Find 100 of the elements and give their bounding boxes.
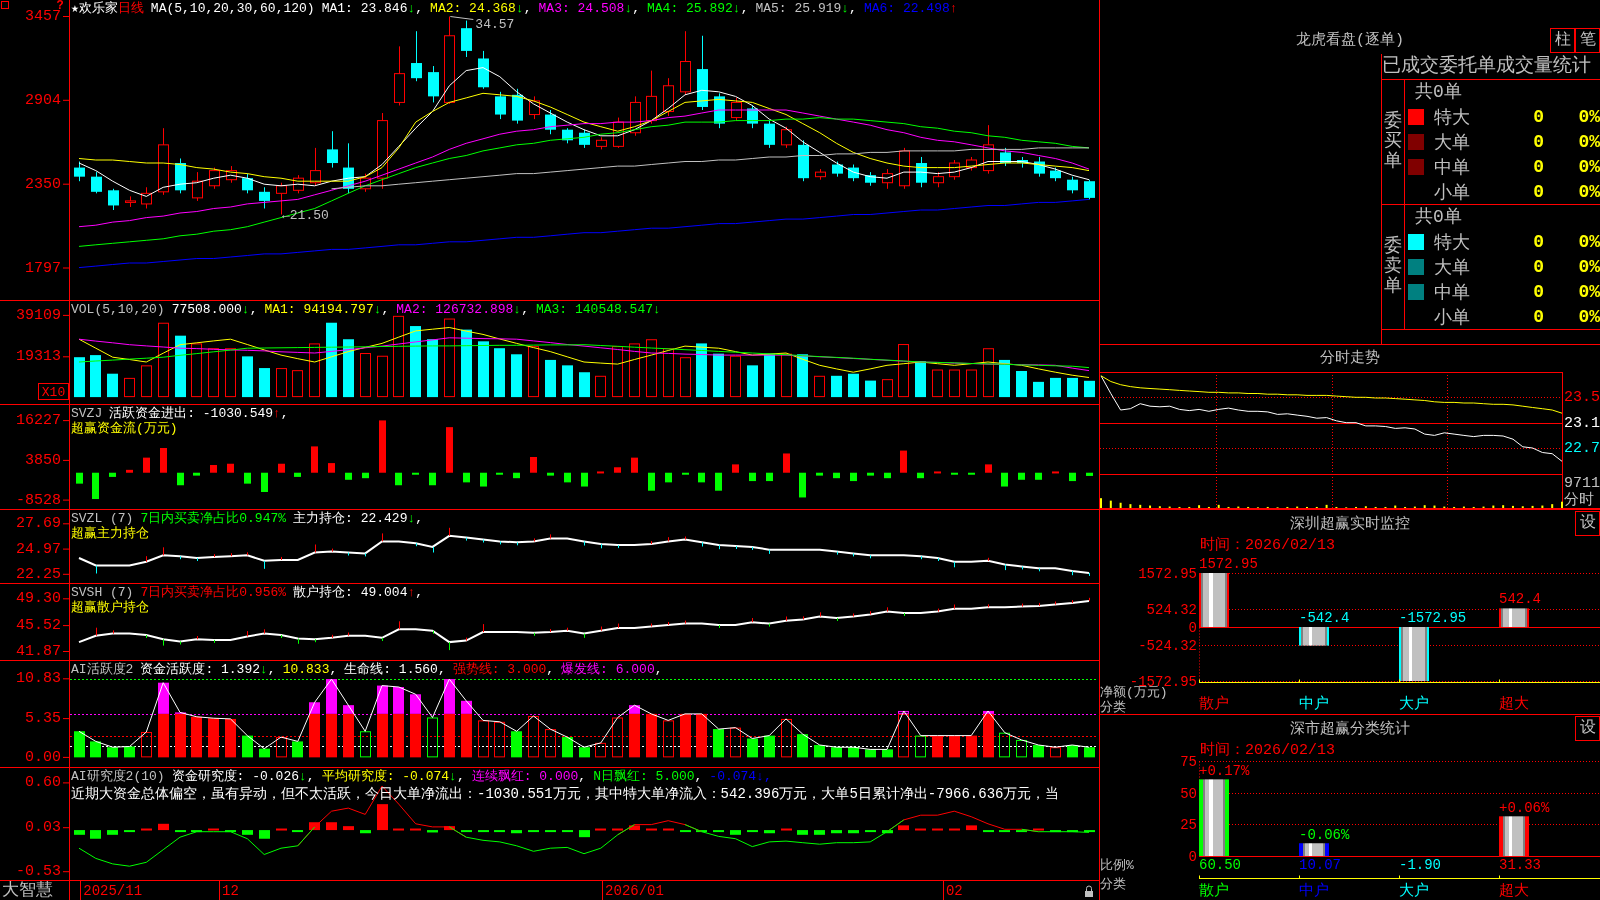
volume-bar xyxy=(107,373,118,398)
trend-arrow: ↓ xyxy=(260,662,268,677)
volume-bar xyxy=(90,355,101,398)
research-bar xyxy=(292,830,303,833)
trend-arrow: ↓ xyxy=(624,1,633,16)
trend-arrow: ↑ xyxy=(273,406,281,421)
indicator-name: SVSH (7) xyxy=(71,585,134,600)
research-bar xyxy=(764,830,775,834)
axis-label: 27.69 xyxy=(16,515,61,533)
candlestick xyxy=(1067,176,1078,194)
fund-flow-bar xyxy=(193,472,200,476)
panel-title: 深圳超赢实时监控 xyxy=(1290,514,1410,533)
candlestick xyxy=(1084,179,1095,200)
separator-text: , xyxy=(523,1,532,16)
axis-label: 24.97 xyxy=(16,540,61,558)
candlestick xyxy=(764,120,775,149)
trend-arrow: ↓ xyxy=(841,1,850,16)
research-bar xyxy=(1050,830,1061,833)
fund-flow-bar xyxy=(412,472,419,475)
trend-arrow: ↓ xyxy=(513,302,522,317)
volume-bar xyxy=(562,365,573,398)
candlestick xyxy=(798,139,809,182)
research-bar xyxy=(1033,828,1044,831)
candlestick xyxy=(1050,167,1061,182)
separator-text: , xyxy=(849,1,857,16)
change-label: +0.17% xyxy=(1199,763,1250,780)
research-bar xyxy=(393,828,404,831)
view-toggle-button[interactable]: 柱 xyxy=(1550,28,1575,53)
period-label: 日线 xyxy=(117,1,144,16)
separator-text: , xyxy=(456,769,465,784)
category-label: 散户 xyxy=(1199,882,1229,900)
candlestick xyxy=(394,45,405,106)
fund-flow-bar xyxy=(884,472,891,479)
separator-text: , xyxy=(329,662,338,677)
research-bar xyxy=(612,828,623,831)
fund-flow-bar xyxy=(143,457,150,473)
trend-arrow: ↓ xyxy=(515,1,524,16)
research-bar xyxy=(511,830,522,834)
indicator-label: 主力持仓: 22.429 xyxy=(293,511,408,526)
candlestick xyxy=(125,195,136,208)
settings-button[interactable]: 设 xyxy=(1575,511,1600,536)
volume-bar xyxy=(427,339,438,398)
fund-flow-bar xyxy=(682,472,689,475)
research-bar xyxy=(999,830,1010,833)
volume-bar xyxy=(461,329,472,398)
order-size-label: 特大 xyxy=(1434,106,1470,129)
activity-bar xyxy=(444,679,455,714)
fund-flow-bar xyxy=(917,472,924,479)
axis-label: 23.5 xyxy=(1564,389,1600,406)
indicator-name: SVZL (7) xyxy=(71,511,134,526)
volume-bar xyxy=(865,380,876,398)
candlestick xyxy=(916,156,927,188)
fund-flow-bar xyxy=(463,472,470,483)
research-bar xyxy=(579,830,590,838)
view-toggle-button[interactable]: 笔 xyxy=(1575,28,1600,53)
research-bar xyxy=(225,830,236,833)
volume-bar xyxy=(276,368,287,398)
annotation: 34.57 xyxy=(475,17,515,33)
research-bar xyxy=(629,825,640,831)
time-label: 时间：2026/02/13 xyxy=(1200,741,1335,759)
fund-flow-bar xyxy=(1035,472,1042,480)
indicator-label: MA6: 22.498 xyxy=(863,1,950,16)
candlestick xyxy=(327,130,338,169)
fund-flow-bar xyxy=(1001,472,1008,487)
indicator-name: VOL(5,10,20) xyxy=(71,302,165,317)
volume-bar xyxy=(814,375,825,398)
indicator-label: N日飘红: 5.000 xyxy=(593,769,695,784)
fund-flow-bar xyxy=(715,472,722,491)
volume-bar xyxy=(1423,505,1426,508)
brand-label: 大智慧 xyxy=(2,881,53,900)
volume-bar xyxy=(1325,504,1328,508)
fund-flow-bar xyxy=(109,472,116,477)
research-bar xyxy=(309,822,320,831)
order-count: 0 xyxy=(1533,181,1544,202)
change-label: -0.06% xyxy=(1299,827,1350,844)
volume-bar xyxy=(629,343,640,398)
fund-flow-bar xyxy=(92,472,99,500)
volume-bar xyxy=(764,353,775,398)
trend-arrow: ↓ xyxy=(407,1,416,16)
research-bar xyxy=(478,830,489,833)
separator-text: , xyxy=(632,1,640,16)
settings-button[interactable]: 设 xyxy=(1575,716,1600,741)
indicator-subtitle: 超赢主力持仓 xyxy=(71,526,149,541)
lock-icon[interactable] xyxy=(1085,885,1093,897)
volume-bar xyxy=(309,343,320,398)
volume-bar xyxy=(1394,505,1397,508)
fund-flow-bar xyxy=(294,472,301,477)
volume-bar xyxy=(528,346,539,398)
indicator-label: MA5: 25.919 xyxy=(755,1,842,16)
volume-bar xyxy=(797,354,808,398)
fund-flow-bar xyxy=(328,463,335,473)
indicator-label: 10.833 xyxy=(282,662,330,677)
axis-label: 3457 xyxy=(25,8,61,25)
candlestick xyxy=(141,186,152,209)
indicator-label: 爆发线: 6.000 xyxy=(561,662,655,677)
date-label: 12 xyxy=(222,883,239,899)
volume-bar xyxy=(242,356,253,398)
axis-label: 22.25 xyxy=(16,565,61,583)
fund-flow-bar xyxy=(395,472,402,486)
volume-bar xyxy=(1149,505,1152,508)
